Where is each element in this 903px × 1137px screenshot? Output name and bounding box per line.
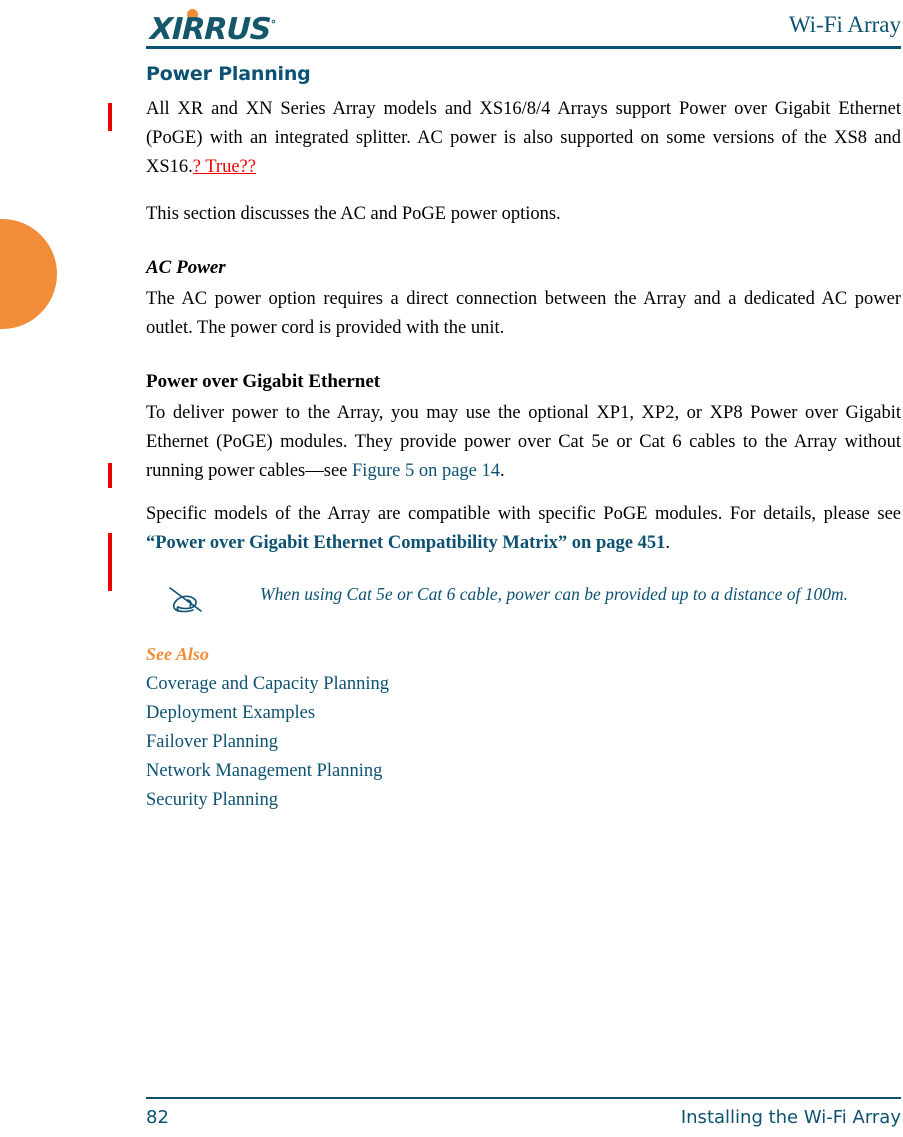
logo-trademark-mark: ° <box>270 18 276 31</box>
change-bar-compatibility <box>108 533 112 591</box>
header-product-title: Wi-Fi Array <box>788 12 901 37</box>
intro-paragraph-text: All XR and XN Series Array models and XS… <box>146 99 901 177</box>
see-also-list: Coverage and Capacity Planning Deploymen… <box>146 670 901 815</box>
compatibility-matrix-cross-reference-link[interactable]: “Power over Gigabit Ethernet Compatibili… <box>146 533 665 553</box>
page-footer: 82 Installing the Wi-Fi Array <box>146 1104 901 1134</box>
intro-paragraph: All XR and XN Series Array models and XS… <box>146 95 901 182</box>
page-content: Power Planning All XR and XN Series Arra… <box>146 62 901 815</box>
footer-chapter-title: Installing the Wi-Fi Array <box>680 1107 901 1128</box>
poge-paragraph-1: To deliver power to the Array, you may u… <box>146 399 901 486</box>
see-also-section: See Also Coverage and Capacity Planning … <box>146 641 901 815</box>
editorial-annotation: ? True?? <box>192 157 256 177</box>
subheading-ac-power: AC Power <box>146 257 226 278</box>
xirrus-logo: XIRRUS° <box>149 8 330 47</box>
page-header: XIRRUS° Wi-Fi Array <box>146 0 901 52</box>
see-also-link-failover-planning[interactable]: Failover Planning <box>146 728 901 757</box>
logo-wordmark: XIRRUS° <box>149 8 330 47</box>
header-divider-rule <box>146 46 901 49</box>
change-bar-poge-figure <box>108 463 112 488</box>
see-also-link-network-management-planning[interactable]: Network Management Planning <box>146 757 901 786</box>
see-also-link-deployment-examples[interactable]: Deployment Examples <box>146 699 901 728</box>
see-also-link-coverage-and-capacity-planning[interactable]: Coverage and Capacity Planning <box>146 670 901 699</box>
note-text: When using Cat 5e or Cat 6 cable, power … <box>260 584 848 604</box>
poge-paragraph-2-text-after: . <box>665 533 670 553</box>
note-callout: When using Cat 5e or Cat 6 cable, power … <box>146 580 901 621</box>
see-also-link-security-planning[interactable]: Security Planning <box>146 786 901 815</box>
pencil-note-icon <box>146 580 208 621</box>
poge-paragraph-1-text-before: To deliver power to the Array, you may u… <box>146 403 901 481</box>
figure-5-cross-reference-link[interactable]: Figure 5 on page 14 <box>352 461 500 481</box>
logo-wordmark-text: XIRRUS <box>149 12 272 47</box>
page-title: Power Planning <box>146 63 311 85</box>
ac-power-paragraph: The AC power option requires a direct co… <box>146 289 901 338</box>
chapter-tab-marker <box>0 219 57 329</box>
section-overview-paragraph: This section discusses the AC and PoGE p… <box>146 204 561 224</box>
footer-page-number: 82 <box>146 1107 169 1128</box>
poge-paragraph-1-text-after: . <box>500 461 505 481</box>
footer-divider-rule <box>146 1097 901 1099</box>
change-bar-intro <box>108 103 112 131</box>
subheading-power-over-gigabit-ethernet: Power over Gigabit Ethernet <box>146 371 381 392</box>
poge-paragraph-2-text-before: Specific models of the Array are compati… <box>146 504 901 524</box>
poge-paragraph-2: Specific models of the Array are compati… <box>146 500 901 558</box>
see-also-heading: See Also <box>146 644 209 664</box>
